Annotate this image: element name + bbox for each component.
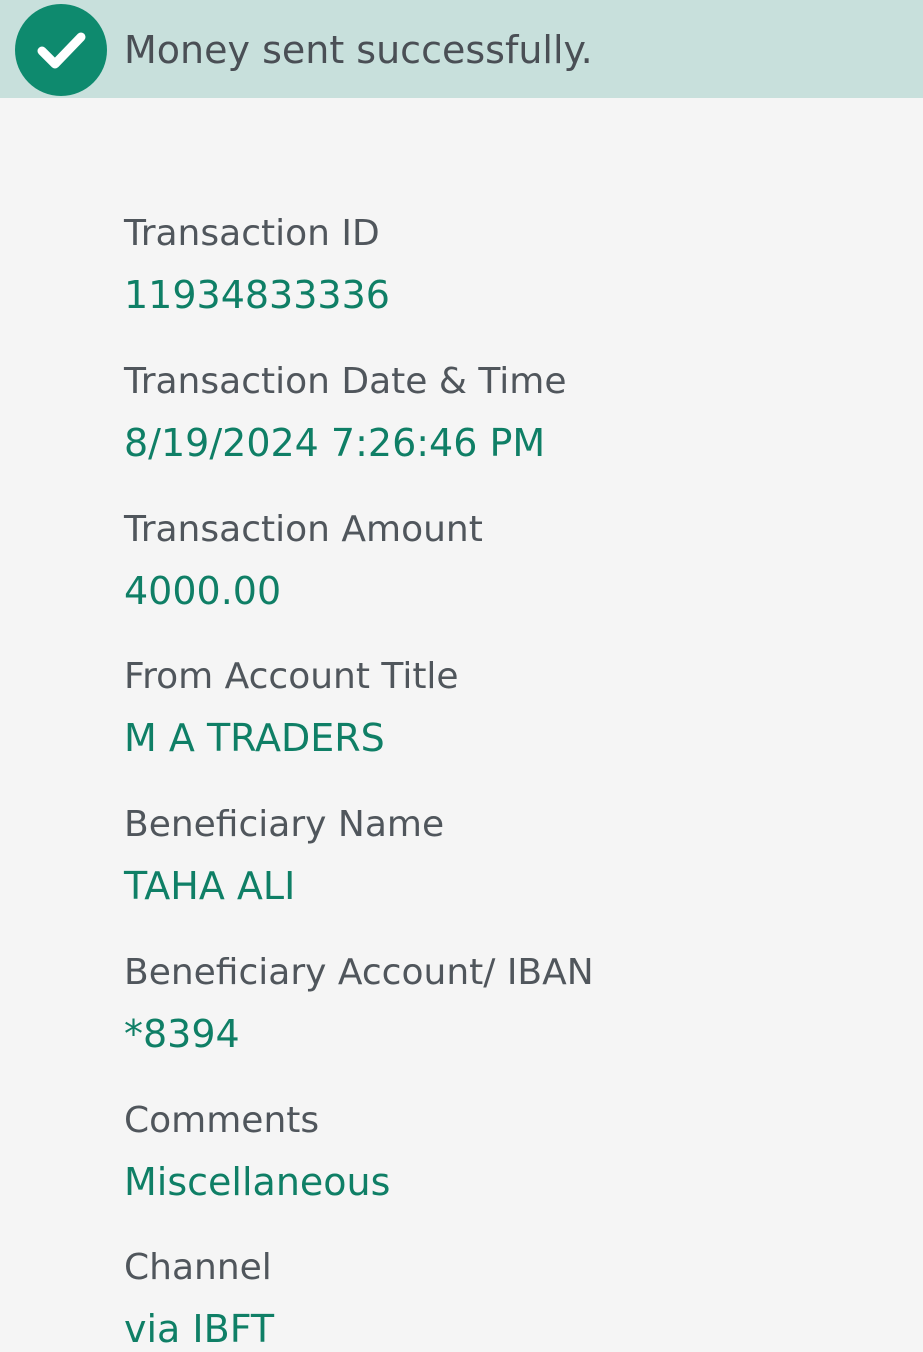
field-label: Transaction Date & Time (124, 361, 567, 402)
field-value: M A TRADERS (124, 716, 385, 760)
field-transaction-date-time: Transaction Date & Time 8/19/2024 7:26:4… (124, 360, 567, 466)
field-value: via IBFT (124, 1307, 275, 1351)
field-value: 11934833336 (124, 273, 390, 317)
field-label: From Account Title (124, 656, 459, 697)
field-label: Beneficiary Name (124, 804, 445, 845)
field-beneficiary-name: Beneficiary Name TAHA ALI (124, 803, 444, 909)
field-transaction-id: Transaction ID 11934833336 (124, 212, 390, 318)
field-value: 8/19/2024 7:26:46 PM (124, 421, 546, 465)
field-label: Beneficiary Account/ IBAN (124, 952, 594, 993)
check-circle-icon (15, 4, 107, 96)
field-value: *8394 (124, 1012, 240, 1056)
field-label: Transaction Amount (124, 509, 483, 550)
field-value: 4000.00 (124, 569, 282, 613)
success-message: Money sent successfully. (124, 28, 593, 72)
field-channel: Channel via IBFT (124, 1246, 274, 1352)
field-value: TAHA ALI (124, 864, 296, 908)
field-transaction-amount: Transaction Amount 4000.00 (124, 508, 483, 614)
field-label: Channel (124, 1247, 272, 1288)
field-comments: Comments Miscellaneous (124, 1099, 390, 1205)
field-value: Miscellaneous (124, 1160, 391, 1204)
field-label: Transaction ID (124, 213, 380, 254)
field-beneficiary-account-iban: Beneficiary Account/ IBAN *8394 (124, 951, 594, 1057)
field-from-account-title: From Account Title M A TRADERS (124, 655, 459, 761)
field-label: Comments (124, 1100, 320, 1141)
success-banner: Money sent successfully. (0, 0, 923, 98)
